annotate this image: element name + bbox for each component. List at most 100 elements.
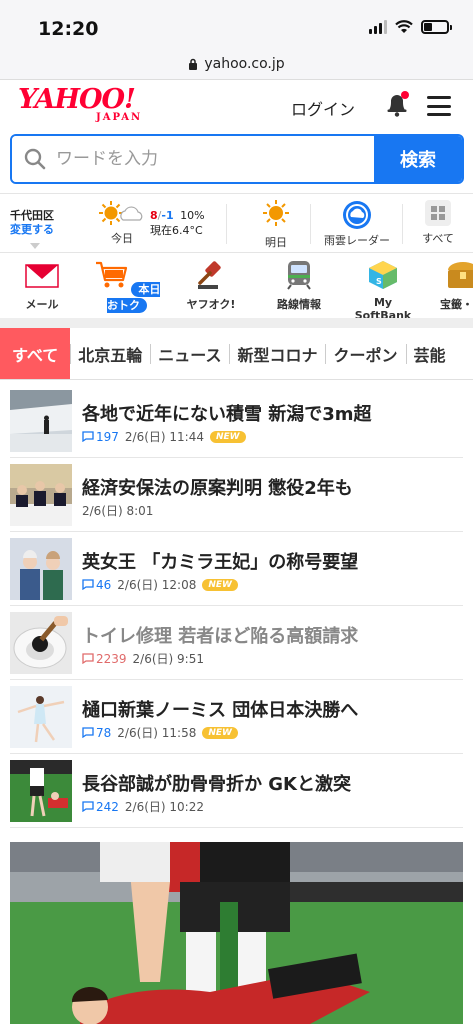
- comment-icon: [82, 431, 94, 442]
- battery-icon: [421, 20, 452, 34]
- service-auction[interactable]: ヤフオク!: [180, 260, 242, 312]
- service-label: 宝籤・: [440, 298, 473, 311]
- search-input[interactable]: [56, 149, 336, 169]
- location-change-link[interactable]: 変更する: [10, 223, 54, 237]
- train-icon: [287, 261, 311, 290]
- comment-count[interactable]: 242: [82, 800, 119, 814]
- news-item[interactable]: 各地で近年にない積雪 新潟で3m超 197 2/6(日) 11:44 NEW: [10, 384, 463, 458]
- location-indicator: [30, 243, 40, 249]
- comment-count[interactable]: 197: [82, 430, 119, 444]
- svg-text:S: S: [376, 277, 382, 286]
- comment-icon: [82, 801, 94, 812]
- weather-location[interactable]: 千代田区 変更する: [10, 209, 54, 249]
- logo-sub-text: JAPAN: [96, 112, 143, 123]
- temp-high: 8: [150, 209, 158, 222]
- new-badge: NEW: [202, 726, 238, 739]
- service-mail[interactable]: メール: [18, 260, 66, 312]
- rain-radar[interactable]: 雨雲レーダー: [318, 200, 396, 248]
- tab-all[interactable]: すべて: [0, 328, 71, 379]
- service-label: 路線情報: [277, 298, 321, 311]
- hamburger-menu-icon[interactable]: [427, 96, 451, 116]
- tab-entertainment[interactable]: 芸能: [405, 328, 454, 379]
- status-icons: [369, 20, 452, 34]
- news-item[interactable]: トイレ修理 若者ほど陥る高額請求 2239 2/6(日) 9:51: [10, 606, 463, 680]
- rain-chance: 10%: [180, 209, 205, 222]
- divider: [402, 204, 403, 244]
- yahoo-japan-mobile-page: 12:20 yahoo.co.jp YAHOO! JAPAN ログイン ワードを…: [0, 0, 473, 1024]
- news-headline[interactable]: 長谷部誠が肋骨骨折か GKと激突: [82, 770, 351, 796]
- news-thumbnail: [10, 612, 72, 674]
- comment-number: 197: [96, 429, 119, 444]
- news-date: 2/6(日) 10:22: [124, 800, 204, 814]
- divider: [310, 204, 311, 244]
- comment-icon: [82, 579, 94, 590]
- news-headline[interactable]: トイレ修理 若者ほど陥る高額請求: [82, 622, 358, 648]
- url-text: yahoo.co.jp: [204, 55, 285, 72]
- service-label: ヤフオク!: [186, 298, 236, 311]
- news-date: 2/6(日) 8:01: [82, 504, 154, 518]
- news-item[interactable]: 経済安保法の原案判明 懲役2年も 2/6(日) 8:01: [10, 458, 463, 532]
- search-field[interactable]: [12, 136, 374, 182]
- cellular-signal-icon: [369, 20, 387, 34]
- treasure-chest-icon: [448, 262, 473, 288]
- grid-icon: [425, 200, 451, 226]
- news-item[interactable]: 英女王 「カミラ王妃」の称号要望 46 2/6(日) 12:08 NEW: [10, 532, 463, 606]
- tomorrow-label: 明日: [265, 236, 287, 249]
- news-thumbnail: [10, 760, 72, 822]
- comment-number: 78: [96, 725, 112, 740]
- tab-coupon[interactable]: クーポン: [325, 328, 405, 379]
- mail-icon: [25, 264, 59, 288]
- weather-row: 千代田区 変更する 今日 8/-1 10% 現在6.4°C 明日 雨雲レーダー …: [0, 193, 473, 253]
- news-meta: 2/6(日) 8:01: [82, 502, 153, 519]
- search-button[interactable]: 検索: [374, 136, 462, 182]
- comment-count[interactable]: 46: [82, 578, 111, 592]
- sun-cloud-icon: [99, 201, 143, 225]
- tab-covid[interactable]: 新型コロナ: [229, 328, 325, 379]
- auction-hammer-icon: [198, 261, 221, 289]
- notification-bell-icon[interactable]: [383, 90, 411, 118]
- today-label: 今日: [111, 232, 133, 245]
- news-item[interactable]: 長谷部誠が肋骨骨折か GKと激突 242 2/6(日) 10:22: [10, 754, 463, 828]
- news-date: 2/6(日) 9:51: [132, 652, 204, 666]
- service-daily-deals[interactable]: 本日おトク: [92, 260, 162, 313]
- weather-all[interactable]: すべて: [416, 200, 460, 246]
- shopping-cart-icon: [95, 261, 127, 288]
- address-bar[interactable]: yahoo.co.jp: [0, 48, 473, 80]
- news-thumbnail: [10, 390, 72, 452]
- hero-image[interactable]: [10, 842, 463, 1024]
- tab-beijing-olympics[interactable]: 北京五輪: [70, 328, 150, 379]
- weather-tomorrow[interactable]: 明日: [256, 200, 296, 250]
- news-headline[interactable]: 経済安保法の原案判明 懲役2年も: [82, 474, 353, 500]
- service-my-softbank[interactable]: S My SoftBank: [345, 260, 421, 322]
- news-meta: 242 2/6(日) 10:22: [82, 798, 204, 815]
- news-thumbnail: [10, 464, 72, 526]
- current-temp: 現在6.4°C: [150, 224, 203, 237]
- weather-temps: 8/-1 10% 現在6.4°C: [150, 209, 205, 237]
- news-date: 2/6(日) 11:44: [124, 430, 204, 444]
- divider: [226, 204, 227, 244]
- lock-icon: [189, 58, 198, 70]
- service-label: メール: [25, 298, 59, 311]
- news-headline[interactable]: 樋口新葉ノーミス 団体日本決勝へ: [82, 696, 358, 722]
- login-link[interactable]: ログイン: [291, 96, 355, 120]
- news-item[interactable]: 樋口新葉ノーミス 団体日本決勝へ 78 2/6(日) 11:58 NEW: [10, 680, 463, 754]
- section-divider: [0, 318, 473, 328]
- yahoo-japan-logo[interactable]: YAHOO! JAPAN: [18, 86, 148, 124]
- comment-number: 242: [96, 799, 119, 814]
- news-list: 各地で近年にない積雪 新潟で3m超 197 2/6(日) 11:44 NEW 経…: [0, 384, 473, 828]
- service-lottery[interactable]: 宝籤・: [440, 260, 473, 312]
- comment-count[interactable]: 2239: [82, 652, 127, 666]
- weather-today[interactable]: 今日: [96, 200, 148, 246]
- temp-low: -1: [161, 209, 174, 222]
- wifi-icon: [395, 20, 413, 33]
- new-badge: NEW: [202, 578, 238, 591]
- news-headline[interactable]: 各地で近年にない積雪 新潟で3m超: [82, 400, 372, 426]
- comment-icon: [82, 727, 94, 738]
- service-transit[interactable]: 路線情報: [270, 260, 328, 312]
- comment-count[interactable]: 78: [82, 726, 111, 740]
- comment-number: 46: [96, 577, 112, 592]
- tab-news[interactable]: ニュース: [150, 328, 229, 379]
- weather-all-label: すべて: [422, 232, 454, 245]
- comment-number: 2239: [96, 651, 127, 666]
- news-headline[interactable]: 英女王 「カミラ王妃」の称号要望: [82, 548, 358, 574]
